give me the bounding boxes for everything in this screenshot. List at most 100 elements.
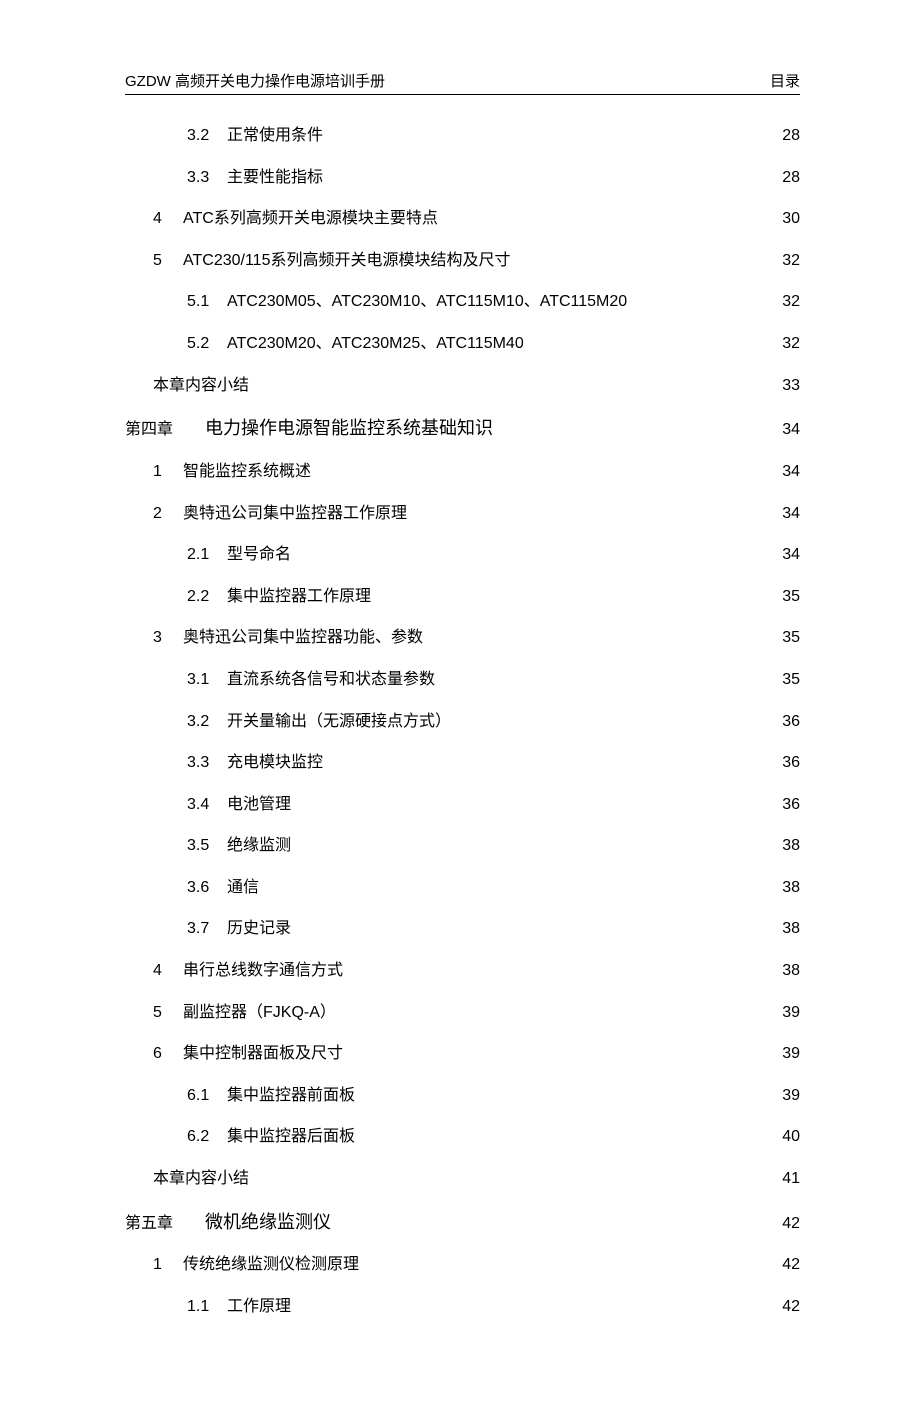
- toc-row: 3奥特迅公司集中监控器功能、参数35: [125, 625, 800, 651]
- toc-row-left: 2奥特迅公司集中监控器工作原理: [153, 501, 407, 527]
- toc-page-number: 40: [770, 1124, 800, 1150]
- toc-row: 1.1工作原理 42: [125, 1294, 800, 1320]
- toc-subsection-number: 3.5: [187, 833, 227, 859]
- toc-page-number: 36: [770, 709, 800, 735]
- toc-row-left: 第五章微机绝缘监测仪: [125, 1208, 331, 1237]
- toc-row: 3.2开关量输出（无源硬接点方式） 36: [125, 709, 800, 735]
- toc-page-number: 39: [770, 1000, 800, 1026]
- toc-page-number: 32: [770, 248, 800, 274]
- toc-section-number: 4: [153, 206, 183, 232]
- toc-row-left: 3.2正常使用条件: [187, 123, 323, 149]
- toc-row: 6.1集中监控器前面板39: [125, 1083, 800, 1109]
- toc-page-number: 34: [770, 542, 800, 568]
- toc-title: 正常使用条件: [227, 123, 323, 149]
- table-of-contents: 3.2正常使用条件283.3主要性能指标284ATC系列高频开关电源模块主要特点…: [125, 123, 800, 1320]
- toc-row-left: 3.2开关量输出（无源硬接点方式）: [187, 709, 451, 735]
- toc-subsection-number: 3.7: [187, 916, 227, 942]
- toc-row: 3.5绝缘监测38: [125, 833, 800, 859]
- toc-page-number: 42: [770, 1294, 800, 1320]
- toc-row-left: 1.1工作原理: [187, 1294, 291, 1320]
- toc-title: 电池管理: [227, 792, 291, 818]
- toc-row: 5副监控器（FJKQ-A）39: [125, 1000, 800, 1026]
- toc-page-number: 28: [770, 165, 800, 191]
- toc-title: ATC系列高频开关电源模块主要特点: [183, 206, 438, 232]
- toc-page-number: 28: [770, 123, 800, 149]
- toc-row-left: 5ATC230/115系列高频开关电源模块结构及尺寸: [153, 248, 510, 274]
- toc-section-number: 5: [153, 248, 183, 274]
- toc-subsection-number: 1.1: [187, 1294, 227, 1320]
- toc-subsection-number: 3.2: [187, 709, 227, 735]
- toc-row-left: 3.6通信: [187, 875, 259, 901]
- toc-title: 电力操作电源智能监控系统基础知识: [205, 414, 493, 443]
- toc-row-left: 本章内容小结: [153, 1166, 249, 1192]
- toc-row: 第五章微机绝缘监测仪 42: [125, 1208, 800, 1237]
- toc-row: 本章内容小结 41: [125, 1166, 800, 1192]
- toc-row-left: 5.2ATC230M20、ATC230M25、ATC115M40: [187, 331, 524, 357]
- toc-title: ATC230M05、ATC230M10、ATC115M10、ATC115M20: [227, 289, 627, 315]
- toc-subsection-number: 6.1: [187, 1083, 227, 1109]
- toc-row: 第四章电力操作电源智能监控系统基础知识 34: [125, 414, 800, 443]
- toc-row: 2.1型号命名 34: [125, 542, 800, 568]
- toc-page-number: 35: [770, 667, 800, 693]
- toc-title: 直流系统各信号和状态量参数: [227, 667, 435, 693]
- toc-subsection-number: 3.3: [187, 750, 227, 776]
- toc-row-left: 3.4电池管理: [187, 792, 291, 818]
- toc-title: 传统绝缘监测仪检测原理: [183, 1252, 359, 1278]
- toc-subsection-number: 3.3: [187, 165, 227, 191]
- toc-title: 开关量输出（无源硬接点方式）: [227, 709, 451, 735]
- toc-page-number: 34: [770, 417, 800, 443]
- toc-row: 3.4电池管理 36: [125, 792, 800, 818]
- toc-page-number: 32: [770, 331, 800, 357]
- toc-row: 3.2正常使用条件 28: [125, 123, 800, 149]
- toc-row: 3.3主要性能指标 28: [125, 165, 800, 191]
- toc-row-left: 2.2集中监控器工作原理: [187, 584, 371, 610]
- toc-row: 3.1直流系统各信号和状态量参数35: [125, 667, 800, 693]
- toc-row: 1智能监控系统概述 34: [125, 459, 800, 485]
- toc-page-number: 41: [770, 1166, 800, 1192]
- toc-subsection-number: 3.2: [187, 123, 227, 149]
- toc-row: 2奥特迅公司集中监控器工作原理34: [125, 501, 800, 527]
- toc-row: 6集中控制器面板及尺寸 39: [125, 1041, 800, 1067]
- toc-page-number: 42: [770, 1252, 800, 1278]
- toc-summary-title: 本章内容小结: [153, 1166, 249, 1192]
- toc-page-number: 33: [770, 373, 800, 399]
- toc-row-left: 本章内容小结: [153, 373, 249, 399]
- toc-subsection-number: 3.4: [187, 792, 227, 818]
- toc-title: 智能监控系统概述: [183, 459, 311, 485]
- toc-section-number: 6: [153, 1041, 183, 1067]
- toc-row: 6.2集中监控器后面板 40: [125, 1124, 800, 1150]
- toc-section-number: 1: [153, 1252, 183, 1278]
- toc-subsection-number: 5.1: [187, 289, 227, 315]
- toc-row-left: 1智能监控系统概述: [153, 459, 311, 485]
- toc-page-number: 38: [770, 958, 800, 984]
- toc-page-number: 35: [770, 625, 800, 651]
- toc-row: 本章内容小结 33: [125, 373, 800, 399]
- toc-summary-title: 本章内容小结: [153, 373, 249, 399]
- toc-subsection-number: 3.6: [187, 875, 227, 901]
- toc-page-number: 36: [770, 792, 800, 818]
- toc-page-number: 35: [770, 584, 800, 610]
- toc-row: 4串行总线数字通信方式38: [125, 958, 800, 984]
- toc-row-left: 3.3充电模块监控: [187, 750, 323, 776]
- toc-row-left: 6集中控制器面板及尺寸: [153, 1041, 343, 1067]
- header-left: GZDW 高频开关电力操作电源培训手册: [125, 70, 385, 91]
- header-right: 目录: [770, 70, 800, 91]
- toc-title: 微机绝缘监测仪: [205, 1208, 331, 1237]
- toc-row-left: 6.2集中监控器后面板: [187, 1124, 355, 1150]
- toc-page-number: 34: [770, 459, 800, 485]
- toc-title: 通信: [227, 875, 259, 901]
- toc-row-left: 3.3主要性能指标: [187, 165, 323, 191]
- toc-page-number: 38: [770, 875, 800, 901]
- toc-row-left: 第四章电力操作电源智能监控系统基础知识: [125, 414, 493, 443]
- toc-row-left: 2.1型号命名: [187, 542, 291, 568]
- toc-chapter-label: 第五章: [125, 1211, 205, 1237]
- toc-title: 充电模块监控: [227, 750, 323, 776]
- toc-page-number: 39: [770, 1041, 800, 1067]
- toc-section-number: 4: [153, 958, 183, 984]
- toc-page-number: 42: [770, 1211, 800, 1237]
- toc-row: 2.2集中监控器工作原理 35: [125, 584, 800, 610]
- toc-subsection-number: 6.2: [187, 1124, 227, 1150]
- toc-title: 集中监控器后面板: [227, 1124, 355, 1150]
- toc-page-number: 36: [770, 750, 800, 776]
- toc-row: 5.2ATC230M20、ATC230M25、ATC115M40 32: [125, 331, 800, 357]
